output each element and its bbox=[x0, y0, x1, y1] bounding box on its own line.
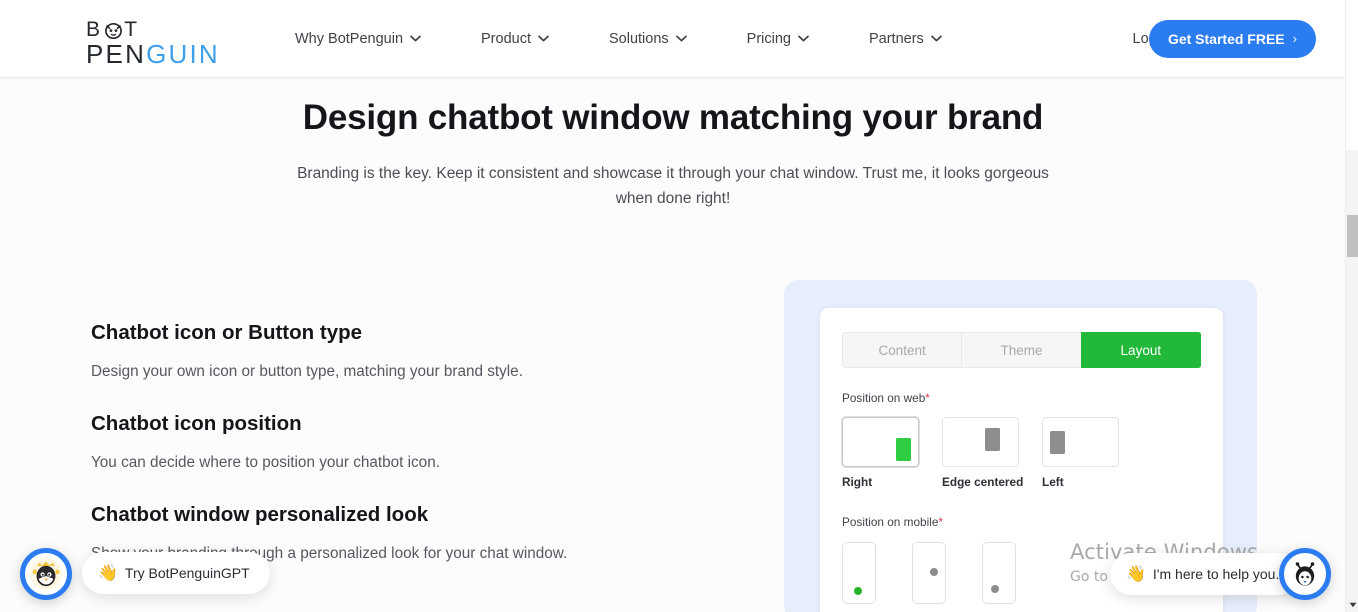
field-label-text: Position on web bbox=[842, 391, 926, 405]
position-on-web-label: Position on web* bbox=[842, 391, 1223, 405]
chevron-right-icon: › bbox=[1292, 31, 1297, 46]
hero-section: Design chatbot window matching your bran… bbox=[0, 77, 1346, 211]
nav-item-product[interactable]: Product bbox=[481, 23, 549, 55]
cta-label: Get Started FREE bbox=[1167, 30, 1285, 47]
web-option-right: Right bbox=[842, 417, 919, 489]
web-option-caption: Right bbox=[842, 475, 873, 489]
nav-label: Why BotPenguin bbox=[295, 30, 404, 47]
vertical-scrollbar[interactable] bbox=[1345, 0, 1358, 612]
mobile-option-2[interactable] bbox=[912, 542, 946, 604]
logo-text-guin: GUIN bbox=[146, 39, 220, 69]
penguin-crown-avatar-icon bbox=[30, 558, 62, 590]
waving-hand-icon: 👋 bbox=[1126, 566, 1146, 583]
bot-face-icon bbox=[1295, 562, 1315, 586]
page-root: B T PENGUIN Why BotPenguin Product Solut… bbox=[0, 0, 1358, 612]
botpenguin-logo[interactable]: B T PENGUIN bbox=[86, 18, 218, 69]
tab-label: Layout bbox=[1120, 342, 1162, 358]
feature-title: Chatbot icon position bbox=[91, 412, 302, 436]
logo-text-pen: PEN bbox=[86, 39, 147, 69]
scrollbar-track-upper[interactable] bbox=[1346, 0, 1358, 150]
field-label-text: Position on mobile bbox=[842, 515, 939, 529]
tooltip-text: I'm here to help you. bbox=[1152, 566, 1280, 582]
page-title: Design chatbot window matching your bran… bbox=[302, 98, 1044, 137]
scroll-down-arrow-icon[interactable] bbox=[1346, 598, 1358, 612]
position-on-web-options: Right Edge centered Left bbox=[842, 417, 1223, 489]
mobile-option-3[interactable] bbox=[982, 542, 1016, 604]
feature-body: You can decide where to position your ch… bbox=[91, 453, 440, 471]
logo-letter-t: T bbox=[124, 17, 141, 41]
position-indicator-dot bbox=[854, 587, 862, 595]
nav-item-why-botpenguin[interactable]: Why BotPenguin bbox=[295, 23, 421, 55]
botpenguin-gpt-launcher[interactable] bbox=[20, 548, 72, 600]
chevron-down-icon bbox=[675, 35, 687, 42]
waving-hand-icon: 👋 bbox=[98, 565, 118, 582]
mobile-option-1[interactable] bbox=[842, 542, 876, 604]
feature-title: Chatbot window personalized look bbox=[91, 503, 429, 527]
tab-content[interactable]: Content bbox=[842, 332, 962, 368]
position-indicator-dot bbox=[991, 585, 999, 593]
position-indicator-swatch bbox=[896, 438, 911, 461]
nav-item-solutions[interactable]: Solutions bbox=[609, 23, 687, 55]
required-asterisk: * bbox=[938, 515, 943, 529]
position-indicator-swatch bbox=[1050, 431, 1065, 454]
web-option-right-box[interactable] bbox=[842, 417, 919, 467]
chat-greeting-tooltip[interactable]: 👋 I'm here to help you. bbox=[1110, 553, 1300, 595]
feature-body: Design your own icon or button type, mat… bbox=[91, 362, 523, 380]
site-header: B T PENGUIN Why BotPenguin Product Solut… bbox=[0, 0, 1346, 77]
page-subtitle: Branding is the key. Keep it consistent … bbox=[297, 165, 1049, 208]
position-indicator-dot bbox=[930, 568, 938, 576]
chevron-down-icon bbox=[410, 35, 421, 42]
botpenguin-gpt-tooltip[interactable]: 👋 Try BotPenguinGPT bbox=[82, 552, 270, 594]
get-started-free-button[interactable]: Get Started FREE › bbox=[1148, 19, 1316, 58]
feature-title: Chatbot icon or Button type bbox=[91, 321, 363, 344]
nav-item-partners[interactable]: Partners bbox=[869, 23, 942, 55]
web-option-left: Left bbox=[1042, 417, 1119, 489]
position-indicator-swatch bbox=[985, 428, 1000, 451]
web-option-caption: Left bbox=[1042, 475, 1064, 489]
main-navigation: Why BotPenguin Product Solutions Pricing bbox=[295, 0, 942, 77]
chevron-down-icon bbox=[538, 35, 549, 42]
web-option-left-box[interactable] bbox=[1042, 417, 1119, 467]
penguin-face-icon bbox=[104, 22, 123, 39]
feature-item-icon-button-type: Chatbot icon or Button type Design your … bbox=[91, 320, 571, 385]
position-on-mobile-label: Position on mobile* bbox=[842, 515, 1223, 529]
nav-label: Partners bbox=[868, 30, 924, 47]
nav-label: Product bbox=[481, 30, 531, 47]
logo-line-bot: B T bbox=[86, 18, 216, 40]
logo-letter-b: B bbox=[86, 17, 104, 41]
nav-item-pricing[interactable]: Pricing bbox=[747, 23, 809, 55]
settings-tabs: Content Theme Layout bbox=[842, 332, 1201, 368]
required-asterisk: * bbox=[925, 391, 930, 405]
feature-item-icon-position: Chatbot icon position You can decide whe… bbox=[91, 411, 571, 476]
web-option-caption: Edge centered bbox=[942, 475, 1024, 489]
tab-label: Content bbox=[878, 342, 926, 358]
chevron-down-icon bbox=[798, 35, 809, 42]
tab-theme[interactable]: Theme bbox=[961, 332, 1081, 368]
scrollbar-thumb[interactable] bbox=[1347, 215, 1358, 257]
web-option-edge-centered-box[interactable] bbox=[942, 417, 1019, 467]
chat-widget-launcher[interactable] bbox=[1279, 548, 1331, 600]
tab-layout[interactable]: Layout bbox=[1080, 332, 1201, 368]
tooltip-text: Try BotPenguinGPT bbox=[124, 565, 250, 581]
nav-label: Pricing bbox=[746, 30, 791, 47]
nav-label: Solutions bbox=[609, 30, 669, 47]
chevron-down-icon bbox=[930, 35, 942, 42]
tab-label: Theme bbox=[1000, 342, 1043, 358]
web-option-edge-centered: Edge centered bbox=[942, 417, 1024, 489]
logo-line-penguin: PENGUIN bbox=[86, 39, 218, 69]
